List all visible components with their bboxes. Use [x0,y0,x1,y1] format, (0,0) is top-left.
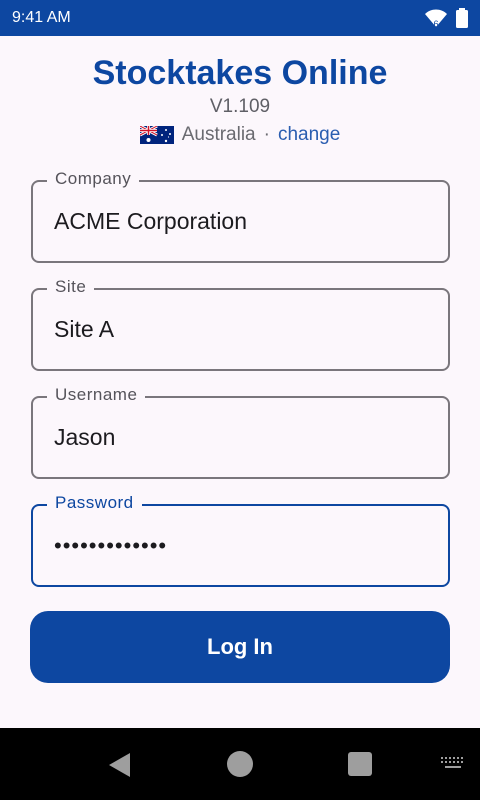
keyboard-icon[interactable] [440,756,466,777]
region-row: Australia · change [0,124,480,146]
username-field[interactable]: Username Jason [31,385,450,479]
login-screen: Stocktakes Online V1.109 Australia · cha… [0,36,480,728]
status-icons: 6 [424,7,468,29]
site-input[interactable]: Site A [54,290,114,369]
app-version: V1.109 [209,96,271,117]
back-triangle-icon[interactable] [108,752,132,783]
status-time: 9:41 AM [12,9,71,26]
app-title: Stocktakes Online [92,54,388,92]
region-separator: · [263,124,270,145]
battery-icon [456,8,468,28]
recents-square-icon[interactable] [348,752,372,776]
login-button[interactable]: Log In [30,611,450,683]
username-input[interactable]: Jason [54,398,115,477]
password-field[interactable]: Password ••••••••••••• [31,493,450,587]
wifi-badge: 6 [433,19,438,29]
change-region-link[interactable]: change [278,124,340,146]
password-input[interactable]: ••••••••••••• [54,506,167,585]
wifi-icon: 6 [424,7,448,29]
navigation-bar [0,728,480,800]
site-field[interactable]: Site Site A [31,277,450,371]
region-name: Australia [181,124,256,145]
company-field[interactable]: Company ACME Corporation [31,169,450,263]
company-input[interactable]: ACME Corporation [54,182,247,261]
australia-flag-icon [139,126,174,144]
login-button-label: Log In [207,634,273,659]
status-bar: 9:41 AM 6 [0,0,480,36]
home-circle-icon[interactable] [227,751,253,777]
